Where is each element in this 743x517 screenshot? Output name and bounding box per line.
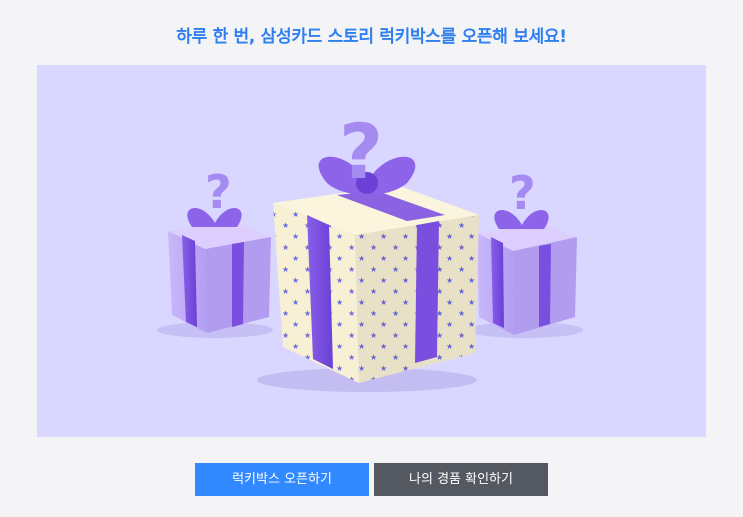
center-gift-box: ? <box>257 107 479 392</box>
right-gift-box: ? <box>467 166 583 338</box>
check-my-prizes-button[interactable]: 나의 경품 확인하기 <box>374 463 548 496</box>
event-headline: 하루 한 번, 삼성카드 스토리 럭키박스를 오픈해 보세요! <box>176 27 567 47</box>
svg-text:?: ? <box>205 165 232 219</box>
open-lucky-box-button[interactable]: 럭키박스 오픈하기 <box>195 463 369 496</box>
action-buttons: 럭키박스 오픈하기 나의 경품 확인하기 <box>0 463 743 496</box>
lucky-box-event-page: 하루 한 번, 삼성카드 스토리 럭키박스를 오픈해 보세요! ★ ★ <box>0 0 743 517</box>
left-gift-box: ? <box>157 165 273 338</box>
lucky-box-stage: ★ ★ ? <box>37 65 706 437</box>
svg-text:?: ? <box>509 166 536 220</box>
gift-boxes-illustration: ★ ★ ? <box>157 107 583 392</box>
svg-text:?: ? <box>339 107 383 196</box>
